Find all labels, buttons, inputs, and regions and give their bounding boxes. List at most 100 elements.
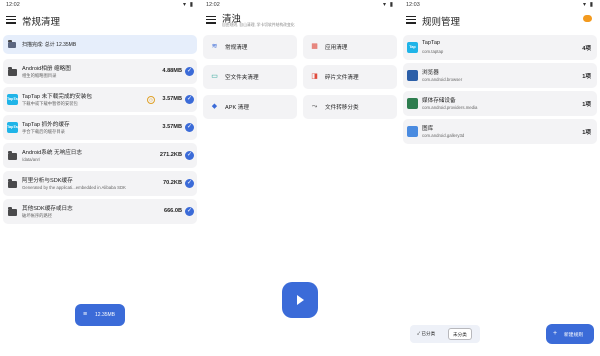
clean-item-title: Android系统 无响应日志 [22, 150, 82, 156]
start-clean-button[interactable] [282, 282, 318, 318]
folder-icon [8, 66, 17, 76]
status-bar: 12:02 ▾ ▮ [0, 0, 200, 9]
rule-item-package: com.android.gallery3d [422, 133, 465, 138]
clean-item-title: 其他SDK缓存或日志 [22, 206, 73, 212]
status-time: 12:02 [6, 2, 20, 8]
checkbox-checked-icon[interactable]: ✓ [185, 67, 194, 76]
filter-classified-chip[interactable]: ✓ 已分类 [413, 328, 439, 340]
rule-item-count: 1项 [582, 102, 591, 108]
taptap-icon: TapTap [7, 94, 20, 105]
rule-item-package: com.android.browser [422, 77, 463, 82]
app-clean-button-label: 应用清理 [325, 45, 348, 51]
browser-icon [407, 70, 418, 81]
checkbox-checked-icon[interactable]: ✓ [185, 151, 194, 160]
page-title: 常规清理 [22, 17, 61, 28]
rule-item-title: 媒体存储设备 [422, 98, 456, 104]
status-icons: ▾ ▮ [383, 2, 394, 8]
clean-item-desc: Generated by the applicati...embedded in… [22, 185, 126, 190]
menu-icon[interactable] [406, 14, 416, 24]
rule-item-count: 1项 [582, 74, 591, 80]
clean-item[interactable]: TapTap TapTap 未下载完成的安装包 下载中或下载中暂停的安装包 ◷ 3.57… [3, 87, 197, 112]
rule-item[interactable]: 图库 com.android.gallery3d 1项 [403, 119, 597, 144]
clean-item-size: 4.88MB [162, 68, 182, 74]
menu-icon[interactable] [6, 14, 16, 24]
taptap-icon: Tap [407, 42, 418, 53]
checkbox-checked-icon[interactable]: ✓ [185, 123, 194, 132]
new-rule-button[interactable]: + 新建规则 [546, 324, 594, 344]
plus-icon: + [553, 330, 558, 337]
app-clean-icon: ▦ [311, 43, 318, 50]
app-clean-button[interactable]: ▦ 应用清理 [303, 35, 397, 59]
rule-item-package: com.taptap [422, 49, 444, 54]
regular-clean-button[interactable]: ≋ 常规清理 [203, 35, 297, 59]
fragment-file-clean-button[interactable]: ◨ 碎片文件清理 [303, 65, 397, 89]
empty-folder-clean-button[interactable]: ▭ 空文件夹清理 [203, 65, 297, 89]
clean-size-label: 12.35MB [95, 312, 116, 318]
clean-item[interactable]: 其他SDK缓存或日志 破坏帐序的路径 666.0B ✓ [3, 199, 197, 224]
clean-item-desc: 破坏帐序的路径 [22, 213, 53, 218]
status-icons: ▾ ▮ [183, 2, 194, 8]
clean-item-desc: 下载中或下载中暂停的安装包 [22, 101, 78, 106]
scan-summary-banner: 扫描完成: 总计 12.35MB [3, 35, 197, 54]
app-header: 清浊 自由规则, 自山清理, 学卡切软件结构改变化 [200, 11, 400, 31]
clean-size-fab[interactable]: ≡ 12.35MB [75, 304, 125, 326]
clean-item-size: 3.57MB [162, 124, 182, 130]
rule-item-count: 4项 [582, 46, 591, 52]
rule-item-title: 浏览器 [422, 70, 439, 76]
app-header: 常规清理 [0, 11, 200, 31]
rule-item-title: 图库 [422, 126, 434, 132]
checkbox-checked-icon[interactable]: ✓ [185, 179, 194, 188]
clean-item[interactable]: Android系统 无响应日志/data/anr/271.2KB ✓ [3, 143, 197, 168]
file-move-classify-button[interactable]: ⤳ 文件转移分类 [303, 95, 397, 119]
new-rule-label: 新建规则 [564, 333, 584, 338]
clean-item-title: 阿里分析与SDK缓存 [22, 178, 73, 184]
clean-item-size: 3.57MB [162, 96, 182, 102]
clean-item-size: 666.0B [163, 208, 182, 214]
rule-item[interactable]: Tap TapTap com.taptap 4项 [403, 35, 597, 60]
rule-filter-bar: ✓ 已分类 未分类 [410, 325, 480, 343]
storage-icon [8, 39, 16, 48]
clean-item[interactable]: 阿里分析与SDK缓存 Generated by the applicati...e… [3, 171, 197, 196]
filter-unclassified-chip[interactable]: 未分类 [448, 328, 472, 340]
rule-item[interactable]: 浏览器 com.android.browser 1项 [403, 63, 597, 88]
clean-item[interactable]: TapTap TapTap 抓外的缓存 手合下载后的缓存目录 3.57MB ✓ [3, 115, 197, 140]
checkbox-checked-icon[interactable]: ✓ [185, 95, 194, 104]
taptap-icon: TapTap [7, 122, 20, 133]
app-header: 规则管理 [400, 11, 600, 31]
scan-summary-text: 扫描完成: 总计 12.35MB [22, 42, 77, 48]
clean-item-desc: 相生的缩略图目录 [22, 73, 57, 78]
gallery-icon [407, 126, 418, 137]
file-move-classify-button-label: 文件转移分类 [325, 105, 359, 111]
checkbox-checked-icon[interactable]: ✓ [185, 207, 194, 216]
clean-item[interactable]: Android相册 缩略图 相生的缩略图目录 4.88MB ✓ [3, 59, 197, 84]
cloud-download-icon[interactable] [583, 15, 592, 22]
menu-icon[interactable] [206, 14, 216, 24]
page-title: 规则管理 [422, 17, 461, 28]
screen-rule-manage: 12:03 ▾ ▮ 规则管理 Tap TapTap com.taptap 4项 浏览器 c… [400, 0, 600, 356]
status-icons: ▾ ▮ [583, 2, 594, 8]
fragment-file-clean-button-label: 碎片文件清理 [325, 75, 359, 81]
clean-item-desc: 手合下载后的缓存目录 [22, 129, 65, 134]
status-bar: 12:02 ▾ ▮ [200, 0, 400, 9]
folder-icon [8, 150, 17, 160]
regular-clean-icon: ≋ [211, 43, 218, 50]
empty-folder-clean-icon: ▭ [211, 73, 218, 80]
rule-item[interactable]: 媒体存储设备 com.android.providers.media 1项 [403, 91, 597, 116]
sweep-icon: ≡ [83, 311, 88, 318]
apk-clean-button[interactable]: ◆ APK 清理 [203, 95, 297, 119]
rule-item-package: com.android.providers.media [422, 105, 478, 110]
folder-icon [8, 178, 17, 188]
apk-clean-button-label: APK 清理 [225, 105, 249, 111]
rule-item-count: 1项 [582, 130, 591, 136]
clean-item-desc: /data/anr/ [22, 157, 41, 162]
status-bar: 12:03 ▾ ▮ [400, 0, 600, 9]
play-icon [297, 295, 304, 305]
file-move-classify-icon: ⤳ [311, 103, 318, 110]
status-time: 12:02 [206, 2, 220, 8]
page-subtitle: 自由规则, 自山清理, 学卡切软件结构改变化 [222, 23, 295, 27]
rule-item-title: TapTap [422, 40, 441, 46]
status-time: 12:03 [406, 2, 420, 8]
regular-clean-button-label: 常规清理 [225, 45, 248, 51]
folder-icon [8, 206, 17, 216]
clean-item-size: 271.2KB [159, 152, 182, 158]
